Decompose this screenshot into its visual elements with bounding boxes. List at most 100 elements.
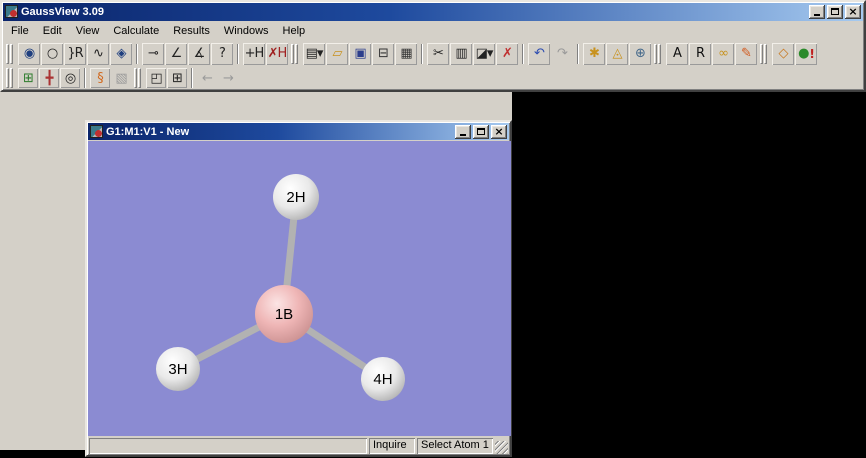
forward-button[interactable]: → <box>218 68 238 88</box>
bond-tool-button[interactable]: ⊸ <box>142 43 164 65</box>
child-window-title: G1:M1:V1 - New <box>106 125 190 138</box>
main-title-bar[interactable]: GaussView 3.09 × <box>3 3 863 21</box>
menu-calculate[interactable]: Calculate <box>106 22 166 40</box>
desktop: GaussView 3.09 × File Edit View Calculat… <box>0 0 866 458</box>
cut-button[interactable]: ✂ <box>427 43 449 65</box>
child-close-button[interactable]: × <box>491 124 507 139</box>
menu-windows[interactable]: Windows <box>217 22 276 40</box>
menu-help[interactable]: Help <box>276 22 313 40</box>
grip-bar <box>291 43 294 64</box>
child-title-bar[interactable]: G1:M1:V1 - New × <box>88 123 509 140</box>
bond-display-button[interactable]: ∞ <box>712 43 734 65</box>
custom-fragment-button[interactable]: ◈ <box>110 43 132 65</box>
toolbar-separator <box>191 68 193 89</box>
symmetrize-button[interactable]: ◬ <box>606 43 628 65</box>
ring-fragment-button[interactable]: ○ <box>41 43 63 65</box>
molecule-viewport[interactable]: 1B 2H 3H 4H <box>88 141 511 436</box>
add-valence-tool-button[interactable]: +H <box>243 43 265 65</box>
atom-label-4H: 4H <box>373 371 392 388</box>
run-gaussian-icon: ● <box>798 46 809 62</box>
atom-labels-button[interactable]: A <box>666 43 688 65</box>
gaussview-logo-icon[interactable] <box>5 5 18 19</box>
maximize-button[interactable] <box>827 4 843 19</box>
child-maximize-button[interactable] <box>473 124 489 139</box>
close-button[interactable]: × <box>845 4 861 19</box>
back-button[interactable]: ← <box>197 68 217 88</box>
menu-edit[interactable]: Edit <box>36 22 69 40</box>
view-options-button[interactable]: ◎ <box>60 68 80 88</box>
status-mode-panel: Inquire <box>369 438 415 454</box>
print-button[interactable]: ⊟ <box>372 43 394 65</box>
menu-results[interactable]: Results <box>166 22 217 40</box>
dihedral-tool-button[interactable]: ∡ <box>188 43 210 65</box>
center-view-button[interactable]: ╋ <box>39 68 59 88</box>
main-window-title: GaussView 3.09 <box>21 5 104 18</box>
delete-button[interactable]: ✗ <box>496 43 518 65</box>
status-bar: Inquire Select Atom 1 <box>87 436 510 455</box>
element-fragment-button[interactable]: ◉ <box>18 43 40 65</box>
new-file-button[interactable]: ▤▾ <box>303 43 325 65</box>
grip-bar <box>10 68 13 89</box>
run-gaussian-button[interactable]: ●! <box>795 43 817 65</box>
menu-view[interactable]: View <box>69 22 107 40</box>
link-fragment-button[interactable]: ∿ <box>87 43 109 65</box>
minimize-button[interactable] <box>809 4 825 19</box>
toolbar-grip[interactable] <box>291 43 300 64</box>
highlight-pen-button[interactable]: ✎ <box>735 43 757 65</box>
toolbar-grip[interactable] <box>134 68 143 89</box>
cascade-windows-button[interactable]: ◰ <box>146 68 166 88</box>
run-gaussian-icon-2: ! <box>809 46 815 61</box>
open-file-button[interactable]: ▱ <box>326 43 348 65</box>
molecule-window-icon[interactable] <box>90 125 103 138</box>
grip-bar <box>295 43 298 64</box>
grip-bar <box>658 43 661 64</box>
copy-icon: ▥ <box>455 46 467 62</box>
menu-file[interactable]: File <box>4 22 36 40</box>
grip-bar <box>10 43 13 64</box>
bond-display-icon: ∞ <box>718 46 729 62</box>
print-icon: ⊟ <box>378 46 389 62</box>
child-minimize-button[interactable] <box>455 124 471 139</box>
add-view-button[interactable]: ⊞ <box>18 68 38 88</box>
custom-fragment-icon: ◈ <box>116 46 127 62</box>
rgroup-fragment-button[interactable]: }R <box>64 43 86 65</box>
undo-button[interactable]: ↶ <box>528 43 550 65</box>
status-action-panel: Select Atom 1 <box>417 438 493 454</box>
paste-icon: ◪▾ <box>475 46 494 62</box>
resize-grip[interactable] <box>495 441 508 454</box>
child-minimize-icon <box>460 134 466 136</box>
toolbar-grip[interactable] <box>760 43 769 64</box>
toolbar-separator <box>421 43 423 64</box>
grip-bar <box>6 68 9 89</box>
delete-atom-tool-icon: ✗H <box>267 46 288 62</box>
results-labels-button[interactable]: R <box>689 43 711 65</box>
copy-button[interactable]: ▥ <box>450 43 472 65</box>
close-icon: × <box>848 4 858 18</box>
angle-tool-icon: ∠ <box>170 46 183 62</box>
redo-button[interactable]: ↷ <box>551 43 573 65</box>
vibrations-button[interactable]: § <box>90 68 110 88</box>
toolbar-grip[interactable] <box>6 68 15 89</box>
grip-bar <box>134 68 137 89</box>
tile-windows-icon: ⊞ <box>172 70 183 86</box>
toolbar-grip[interactable] <box>6 43 15 64</box>
rebond-icon: ⊕ <box>635 46 646 62</box>
clean-structure-button[interactable]: ✱ <box>583 43 605 65</box>
capture-button[interactable]: ▦ <box>395 43 417 65</box>
tile-windows-button[interactable]: ⊞ <box>167 68 187 88</box>
delete-atom-tool-button[interactable]: ✗H <box>266 43 288 65</box>
display-format-button[interactable]: ◇ <box>772 43 794 65</box>
spectra-button[interactable]: ▧ <box>111 68 131 88</box>
paste-button[interactable]: ◪▾ <box>473 43 495 65</box>
minimize-icon <box>814 14 820 17</box>
grip-bar <box>764 43 767 64</box>
molecule-window: G1:M1:V1 - New × 1B 2H 3H 4H Inquire Sel… <box>85 120 512 457</box>
inquire-tool-button[interactable]: ? <box>211 43 233 65</box>
rebond-button[interactable]: ⊕ <box>629 43 651 65</box>
angle-tool-button[interactable]: ∠ <box>165 43 187 65</box>
center-view-icon: ╋ <box>45 70 54 86</box>
molecule-view[interactable]: 1B 2H 3H 4H <box>88 141 511 436</box>
save-file-button[interactable]: ▣ <box>349 43 371 65</box>
toolbar-main: ◉ ○}R ∿ ◈ ⊸ ∠ ∡? +H ✗H ▤▾ ▱ ▣ ⊟ ▦ ✂ ▥ ◪▾ ✗ ↶ ↷ ✱ ◬ ⊕ A R ∞ ✎ ◇ ●! <box>2 41 864 66</box>
toolbar-grip[interactable] <box>654 43 663 64</box>
